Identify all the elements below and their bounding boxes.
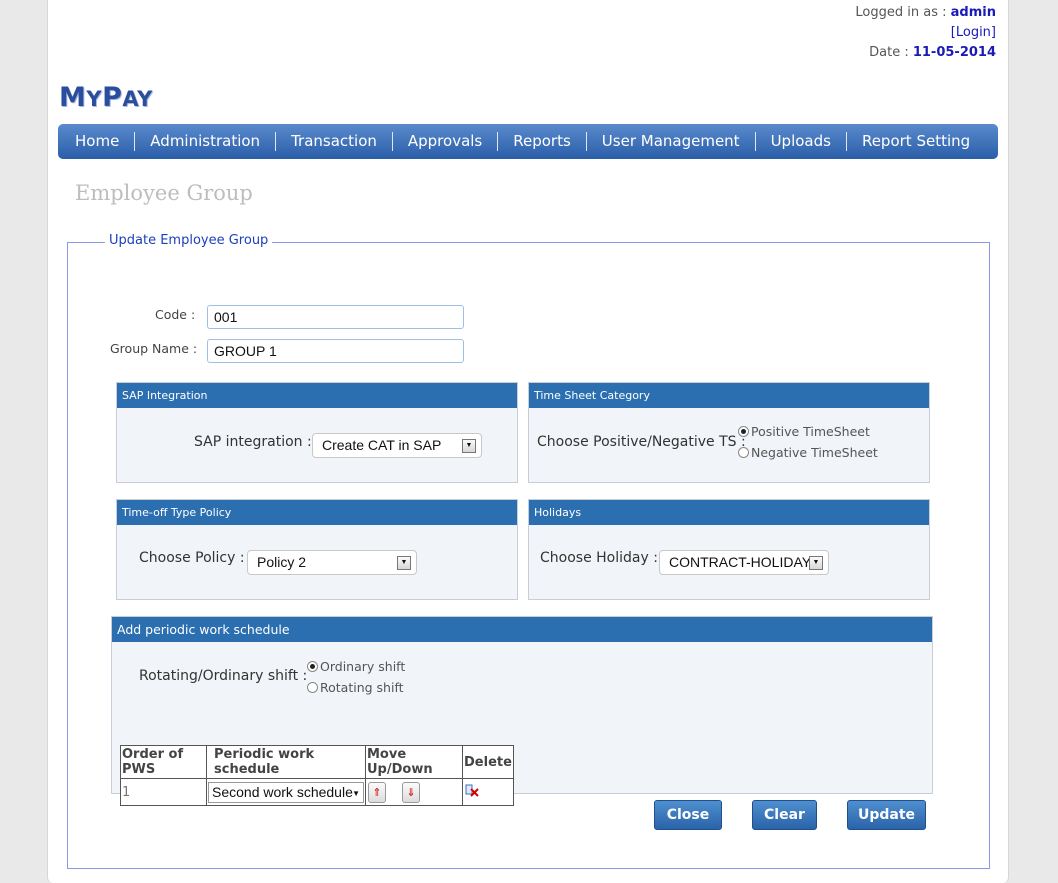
timesheet-label: Choose Positive/Negative TS : — [537, 434, 746, 450]
col-move: Move Up/Down — [365, 745, 463, 779]
radio-unselected-icon — [307, 682, 318, 693]
col-order: Order of PWS — [120, 745, 207, 779]
sap-integration-value: Create CAT in SAP — [322, 437, 442, 453]
chevron-down-icon: ▼ — [462, 439, 476, 453]
close-button[interactable]: Close — [654, 800, 722, 830]
date-line: Date : 11-05-2014 — [855, 43, 996, 63]
timesheet-panel-title: Time Sheet Category — [529, 383, 929, 408]
choose-policy-label: Choose Policy : — [139, 550, 245, 566]
delete-icon[interactable] — [464, 782, 482, 798]
group-name-label: Group Name : — [110, 341, 198, 356]
timeoff-policy-panel: Time-off Type Policy Choose Policy : Pol… — [116, 499, 518, 600]
form-legend: Update Employee Group — [105, 233, 273, 248]
nav-administration[interactable]: Administration — [135, 132, 277, 151]
radio-selected-icon — [738, 426, 749, 437]
holiday-value: CONTRACT-HOLIDAY — [669, 554, 812, 570]
timeoff-panel-title: Time-off Type Policy — [117, 500, 517, 525]
chevron-down-icon: ▼ — [809, 556, 823, 570]
sap-integration-label: SAP integration : — [194, 434, 312, 450]
timesheet-category-panel: Time Sheet Category Choose Positive/Nega… — [528, 382, 930, 483]
sap-integration-select[interactable]: Create CAT in SAP ▼ — [312, 433, 482, 458]
policy-value: Policy 2 — [257, 554, 307, 570]
move-cell: ⇑ ⇓ — [365, 778, 463, 806]
nav-uploads[interactable]: Uploads — [756, 132, 847, 151]
shift-label: Rotating/Ordinary shift : — [139, 668, 308, 684]
clear-button[interactable]: Clear — [752, 800, 817, 830]
username: admin — [950, 5, 996, 20]
move-down-icon[interactable]: ⇓ — [402, 781, 421, 803]
schedule-select[interactable]: Second work schedule ▼ — [208, 781, 364, 803]
page-container: Logged in as : admin [Login] Date : 11-0… — [47, 0, 1009, 883]
nav-transaction[interactable]: Transaction — [276, 132, 393, 151]
table-row: 1 Second work schedule ▼ ⇑ ⇓ — [120, 778, 514, 806]
nav-reports[interactable]: Reports — [498, 132, 587, 151]
update-button[interactable]: Update — [847, 800, 926, 830]
holiday-select[interactable]: CONTRACT-HOLIDAY ▼ — [659, 550, 829, 575]
move-up-icon[interactable]: ⇑ — [368, 781, 386, 803]
delete-cell — [462, 778, 514, 806]
pws-panel-title: Add periodic work schedule — [112, 617, 932, 642]
update-employee-group-form: Update Employee Group Code : 001 Group N… — [67, 233, 990, 869]
sap-integration-panel: SAP Integration SAP integration : Create… — [116, 382, 518, 483]
chevron-down-icon: ▼ — [397, 556, 411, 570]
holidays-panel-title: Holidays — [529, 500, 929, 525]
login-link[interactable]: [Login] — [951, 25, 996, 40]
radio-selected-icon — [307, 661, 318, 672]
col-delete: Delete — [462, 745, 514, 779]
nav-user-management[interactable]: User Management — [587, 132, 756, 151]
code-label: Code : — [155, 307, 196, 322]
radio-unselected-icon — [738, 447, 749, 458]
chevron-down-icon: ▼ — [352, 788, 360, 798]
group-name-input[interactable]: GROUP 1 — [207, 339, 464, 363]
sap-panel-title: SAP Integration — [117, 383, 517, 408]
nav-approvals[interactable]: Approvals — [393, 132, 499, 151]
col-schedule: Periodic work schedule — [206, 745, 366, 779]
table-header-row: Order of PWS Periodic work schedule Move… — [120, 745, 514, 779]
page-title: Employee Group — [75, 181, 253, 205]
schedule-cell: Second work schedule ▼ — [206, 778, 366, 806]
user-info: Logged in as : admin [Login] Date : 11-0… — [855, 3, 996, 63]
nav-home[interactable]: Home — [60, 132, 136, 151]
order-cell: 1 — [120, 778, 207, 806]
logged-in-line: Logged in as : admin — [855, 3, 996, 23]
code-input[interactable]: 001 — [207, 305, 464, 329]
nav-report-setting[interactable]: Report Setting — [847, 132, 985, 151]
pws-table: Order of PWS Periodic work schedule Move… — [120, 745, 514, 806]
main-nav: Home Administration Transaction Approval… — [58, 124, 998, 159]
policy-select[interactable]: Policy 2 ▼ — [247, 550, 417, 575]
radio-positive-timesheet[interactable]: Positive TimeSheet — [738, 424, 870, 439]
radio-ordinary-shift[interactable]: Ordinary shift — [307, 659, 405, 674]
logged-in-label: Logged in as : — [855, 5, 951, 20]
holidays-panel: Holidays Choose Holiday : CONTRACT-HOLID… — [528, 499, 930, 600]
choose-holiday-label: Choose Holiday : — [540, 550, 658, 566]
radio-negative-timesheet[interactable]: Negative TimeSheet — [738, 445, 878, 460]
mypay-logo: MYPAY — [59, 82, 153, 113]
date-label: Date : — [869, 45, 913, 60]
current-date: 11-05-2014 — [912, 45, 996, 60]
radio-rotating-shift[interactable]: Rotating shift — [307, 680, 404, 695]
